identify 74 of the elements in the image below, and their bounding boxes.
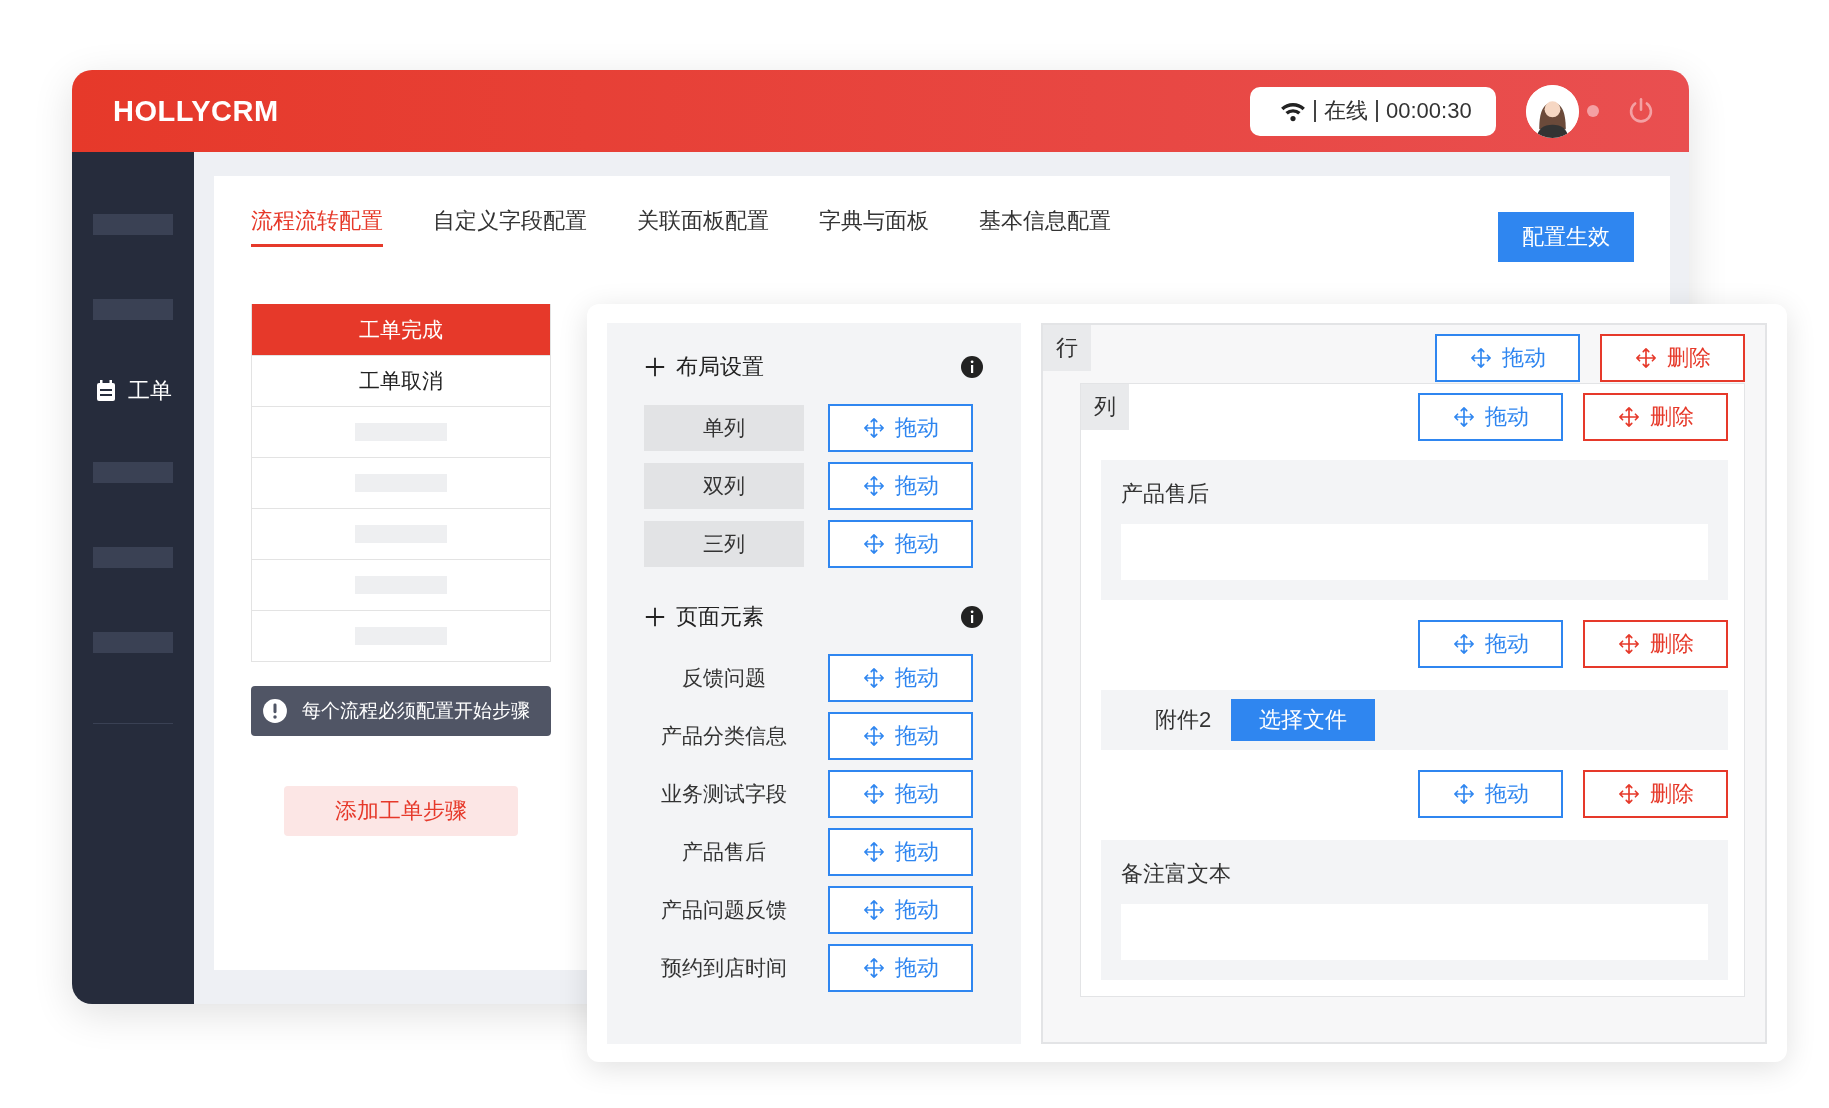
tab[interactable]: 基本信息配置 (979, 200, 1111, 247)
calendar-icon (94, 379, 118, 403)
section-title: 页面元素 (676, 603, 764, 631)
drag-button[interactable]: 拖动 (828, 828, 973, 876)
drag-button[interactable]: 拖动 (828, 654, 973, 702)
delete-button[interactable]: 删除 (1583, 770, 1728, 818)
field-label: 产品问题反馈 (660, 897, 788, 923)
field-label: 反馈问题 (681, 665, 767, 691)
move-icon (1617, 633, 1640, 655)
column-tag: 列 (1081, 384, 1129, 430)
drag-button[interactable]: 拖动 (828, 404, 973, 452)
move-icon (862, 841, 885, 863)
field-label: 备注富文本 (1121, 860, 1232, 888)
delete-button[interactable]: 删除 (1583, 620, 1728, 668)
field-label: 产品售后 (1121, 480, 1210, 508)
status-text: 在线 (1324, 97, 1368, 125)
layout-option[interactable]: 三列 (644, 521, 804, 567)
apply-button[interactable]: 配置生效 (1498, 212, 1634, 262)
layout-option[interactable]: 双列 (644, 463, 804, 509)
move-icon (862, 725, 885, 747)
move-icon (862, 417, 885, 439)
plus-icon (644, 356, 666, 378)
call-timer: 00:00:30 (1386, 98, 1472, 124)
field-label: 产品分类信息 (660, 723, 788, 749)
tab[interactable]: 流程流转配置 (251, 200, 383, 247)
field-label: 产品售后 (681, 839, 767, 865)
delete-button[interactable]: 删除 (1600, 334, 1745, 382)
field-label: 预约到店时间 (660, 955, 788, 981)
drag-button[interactable]: 拖动 (828, 520, 973, 568)
add-step-button[interactable]: 添加工单步骤 (284, 786, 518, 836)
move-icon (1617, 406, 1640, 428)
move-icon (862, 899, 885, 921)
move-icon (1634, 347, 1657, 369)
move-icon (1452, 783, 1475, 805)
drag-button[interactable]: 拖动 (828, 886, 973, 934)
move-icon (1617, 783, 1640, 805)
move-icon (862, 667, 885, 689)
tab[interactable]: 自定义字段配置 (433, 200, 587, 247)
section-title: 布局设置 (676, 353, 764, 381)
move-icon (1452, 406, 1475, 428)
plus-icon (644, 606, 666, 628)
step-item[interactable]: 工单完成 (252, 304, 550, 355)
drag-button[interactable]: 拖动 (1418, 620, 1563, 668)
avatar-icon (1526, 84, 1579, 138)
notice-text: 每个流程必须配置开始步骤 (302, 699, 530, 723)
row-tag: 行 (1043, 325, 1091, 371)
drag-button[interactable]: 拖动 (1418, 393, 1563, 441)
delete-button[interactable]: 删除 (1583, 393, 1728, 441)
tab[interactable]: 字典与面板 (819, 200, 929, 247)
status-dot (1587, 105, 1599, 117)
move-icon (1469, 347, 1492, 369)
drag-button[interactable]: 拖动 (828, 944, 973, 992)
move-icon (862, 533, 885, 555)
layout-option[interactable]: 单列 (644, 405, 804, 451)
exclamation-icon (262, 698, 288, 724)
drag-button[interactable]: 拖动 (828, 462, 973, 510)
drag-button[interactable]: 拖动 (1435, 334, 1580, 382)
drag-button[interactable]: 拖动 (828, 712, 973, 760)
power-icon (1627, 97, 1655, 125)
app-logo: HOLLYCRM (113, 94, 279, 128)
info-icon (960, 605, 984, 629)
drag-button[interactable]: 拖动 (1418, 770, 1563, 818)
step-item[interactable]: 工单取消 (252, 355, 550, 406)
sidebar-item[interactable]: 工单 (94, 376, 172, 406)
field-label: 业务测试字段 (660, 781, 788, 807)
move-icon (862, 783, 885, 805)
choose-file-button[interactable]: 选择文件 (1231, 699, 1376, 741)
move-icon (862, 475, 885, 497)
move-icon (862, 957, 885, 979)
move-icon (1452, 633, 1475, 655)
drag-button[interactable]: 拖动 (828, 770, 973, 818)
tab[interactable]: 关联面板配置 (637, 200, 769, 247)
info-icon (960, 355, 984, 379)
field-label: 附件2 (1155, 706, 1212, 734)
